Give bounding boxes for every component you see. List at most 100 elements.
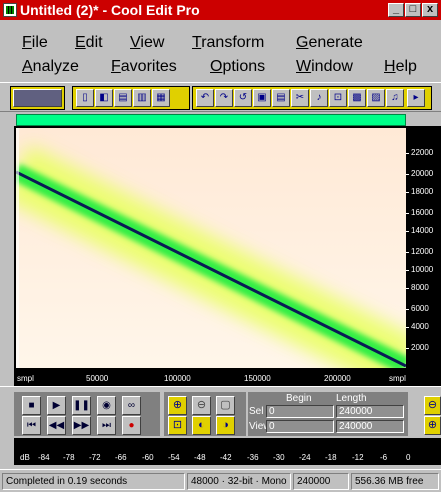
sel-label: Sel [249, 406, 264, 417]
x-tick: 50000 [86, 374, 109, 383]
pause-icon[interactable]: ❚❚ [72, 396, 91, 415]
file-toolbar-group: ▯ ◧ ▤ ▥ ▦ [72, 86, 190, 110]
minimize-button[interactable]: _ [388, 3, 404, 17]
spectral-view-icon[interactable]: ♫ [386, 89, 404, 107]
save-as-icon[interactable]: ▥ [133, 89, 151, 107]
window-title: Untitled (2)* - Cool Edit Pro [20, 2, 200, 18]
trim-icon[interactable]: ⊡ [329, 89, 347, 107]
meter-tick: 0 [406, 453, 411, 462]
length-label: Length [336, 393, 367, 404]
zoom-vertical-out-icon[interactable]: ⊖ [424, 396, 441, 415]
multitrack-toggle-icon[interactable] [13, 89, 62, 107]
meter-tick: -42 [220, 453, 232, 462]
meter-tick: -6 [380, 453, 388, 462]
title-bar: Untitled (2)* - Cool Edit Pro _ □ x [0, 0, 441, 20]
app-icon[interactable] [3, 3, 17, 17]
meter-tick: -78 [63, 453, 75, 462]
level-meter: dB -84 -78 -72 -66 -60 -54 -48 -42 -36 -… [14, 438, 441, 465]
go-to-start-icon[interactable]: ⏮ [22, 416, 41, 435]
frequency-analysis-icon[interactable]: ▨ [367, 89, 385, 107]
zoom-vertical-in-icon[interactable]: ⊕ [424, 416, 441, 435]
x-tick: smpl [389, 374, 406, 383]
repeat-icon[interactable]: ↺ [234, 89, 252, 107]
edit-toolbar-group: ↶ ↷ ↺ ▣ ▤ ✂ ♪ ⊡ ▩ ▨ ♫ ▸ [192, 86, 432, 110]
mute-icon[interactable]: ▩ [348, 89, 366, 107]
meter-tick: -24 [299, 453, 311, 462]
copy-icon[interactable]: ▣ [253, 89, 271, 107]
begin-label: Begin [286, 393, 312, 404]
status-bar: Completed in 0.19 seconds 48000 · 32-bit… [0, 469, 441, 492]
zoom-in-icon[interactable]: ⊕ [168, 396, 187, 415]
zoom-out-icon[interactable]: ⊖ [192, 396, 211, 415]
meter-tick: -54 [168, 453, 180, 462]
undo-icon[interactable]: ↶ [196, 89, 214, 107]
menu-window[interactable]: Window [296, 58, 353, 76]
go-to-end-icon[interactable]: ⏭ [97, 416, 116, 435]
toolbar: ▯ ◧ ▤ ▥ ▦ ↶ ↷ ↺ ▣ ▤ ✂ ♪ ⊡ ▩ ▨ ♫ ▸ [0, 82, 441, 112]
zoom-selection-icon[interactable]: ⊡ [168, 416, 187, 435]
zoom-left-icon[interactable]: ◐ [192, 416, 211, 435]
toolbar-overflow-icon[interactable]: ▸ [407, 89, 425, 107]
menu-transform[interactable]: Transform [192, 34, 264, 52]
menu-favorites[interactable]: Favorites [111, 58, 177, 76]
zoom-full-icon[interactable]: ▢ [216, 396, 235, 415]
play-icon[interactable]: ▶ [47, 396, 66, 415]
spectral-view[interactable] [16, 128, 406, 368]
x-tick: 150000 [244, 374, 271, 383]
selection-length-field[interactable]: 240000 [336, 405, 404, 418]
paste-icon[interactable]: ▤ [272, 89, 290, 107]
menu-file[interactable]: File [22, 34, 48, 52]
status-message: Completed in 0.19 seconds [2, 473, 185, 490]
rewind-icon[interactable]: ◀◀ [47, 416, 66, 435]
x-tick: smpl [17, 374, 34, 383]
level-meter-scale: dB -84 -78 -72 -66 -60 -54 -48 -42 -36 -… [14, 452, 441, 465]
mix-paste-icon[interactable]: ♪ [310, 89, 328, 107]
format-info: 48000 · 32-bit · Mono [187, 473, 291, 490]
x-tick: 100000 [164, 374, 191, 383]
menu-options[interactable]: Options [210, 58, 265, 76]
transport-panel: ■ ▶ ❚❚ ◉ ∞ ⏮ ◀◀ ▶▶ ⏭ ● ⊕ ⊖ ▢ ⊡ ◐ ◑ Begin… [0, 386, 441, 438]
stop-icon[interactable]: ■ [22, 396, 41, 415]
menu-view[interactable]: View [130, 34, 164, 52]
record-icon[interactable]: ● [122, 416, 141, 435]
selection-begin-field[interactable]: 0 [266, 405, 334, 418]
meter-tick: -48 [194, 453, 206, 462]
menu-analyze[interactable]: Analyze [22, 58, 79, 76]
fast-forward-icon[interactable]: ▶▶ [72, 416, 91, 435]
meter-tick: -18 [325, 453, 337, 462]
meter-tick: -60 [142, 453, 154, 462]
x-tick: 200000 [324, 374, 351, 383]
free-space: 556.36 MB free [351, 473, 439, 490]
redo-icon[interactable]: ↷ [215, 89, 233, 107]
open-file-icon[interactable]: ◧ [95, 89, 113, 107]
save-all-icon[interactable]: ▦ [152, 89, 170, 107]
menu-bar-row-1: File Edit View Transform Generate [0, 32, 441, 56]
cut-icon[interactable]: ✂ [291, 89, 309, 107]
meter-tick: -84 [38, 453, 50, 462]
waveform-overview-bar[interactable] [16, 114, 406, 126]
time-axis: smpl 50000 100000 150000 200000 smpl [14, 374, 441, 386]
loop-icon[interactable]: ∞ [122, 396, 141, 415]
menu-bar-row-2: Analyze Favorites Options Window Help [0, 56, 441, 80]
meter-tick: -30 [273, 453, 285, 462]
meter-tick: -66 [115, 453, 127, 462]
close-button[interactable]: x [422, 3, 438, 17]
view-toggle-group [10, 86, 65, 110]
play-to-end-icon[interactable]: ◉ [97, 396, 116, 415]
meter-tick: -36 [247, 453, 259, 462]
menu-generate[interactable]: Generate [296, 34, 363, 52]
menu-edit[interactable]: Edit [75, 34, 103, 52]
menu-help[interactable]: Help [384, 58, 417, 76]
zoom-right-icon[interactable]: ◑ [216, 416, 235, 435]
maximize-button[interactable]: □ [405, 3, 421, 17]
new-file-icon[interactable]: ▯ [76, 89, 94, 107]
meter-tick: -72 [89, 453, 101, 462]
sample-count: 240000 [293, 473, 349, 490]
view-length-field[interactable]: 240000 [336, 420, 404, 433]
meter-tick: dB [20, 453, 30, 462]
meter-tick: -12 [352, 453, 364, 462]
view-begin-field[interactable]: 0 [266, 420, 334, 433]
frequency-axis: 22000 20000 18000 16000 14000 12000 1000… [406, 128, 441, 368]
spectrogram-graphic [16, 128, 406, 368]
save-icon[interactable]: ▤ [114, 89, 132, 107]
